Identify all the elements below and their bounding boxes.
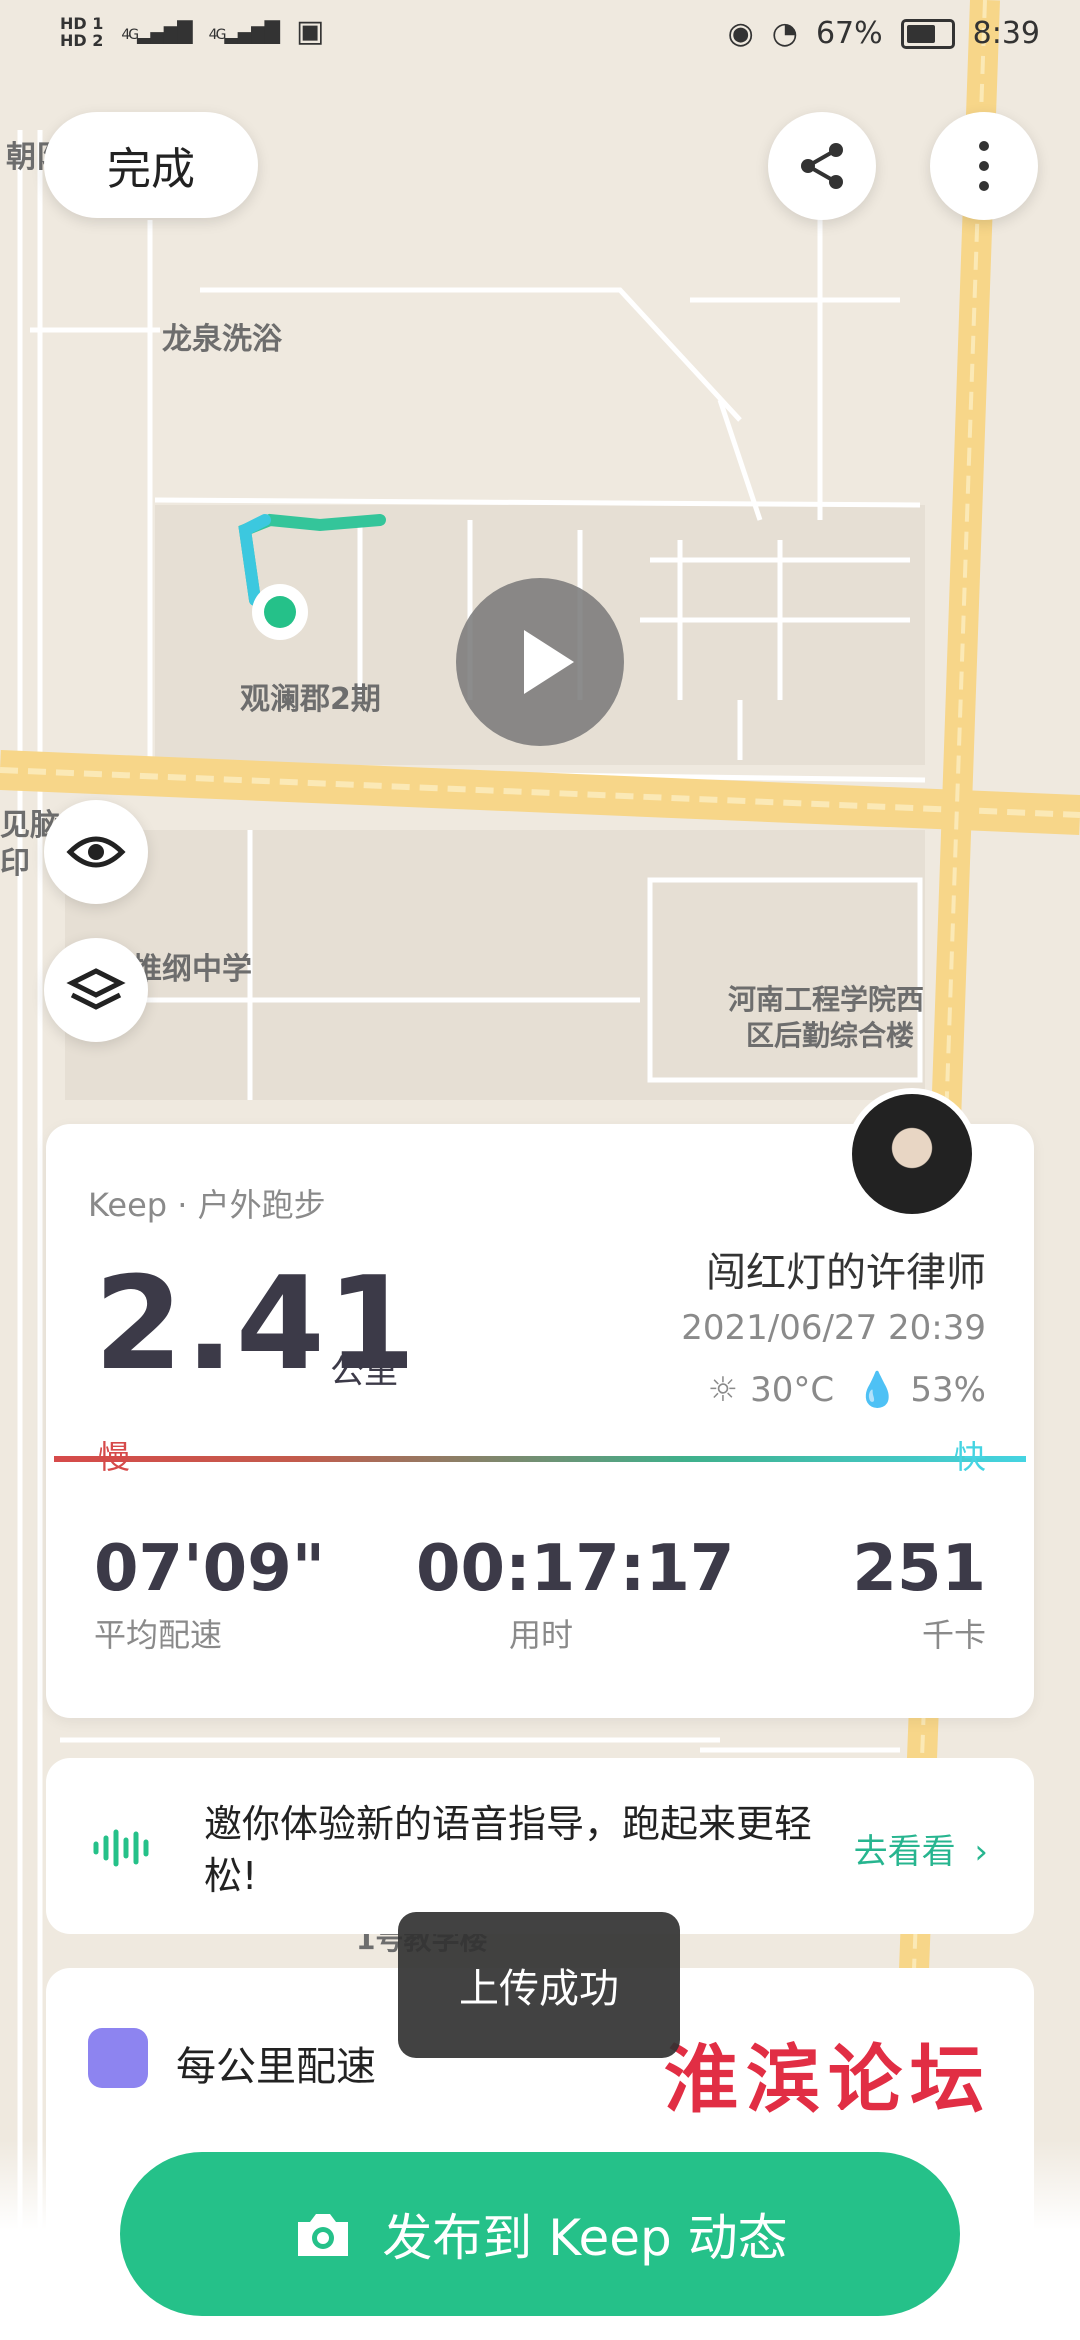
avg-pace-stat: 07'09" 平均配速: [94, 1532, 325, 1656]
done-button[interactable]: 完成: [44, 112, 258, 218]
speedometer-icon: ◔: [771, 16, 798, 51]
sun-icon: ☼: [707, 1370, 739, 1410]
replay-play-button[interactable]: [456, 578, 624, 746]
map-label: 龙泉洗浴: [162, 322, 282, 357]
chevron-right-icon: ›: [974, 1832, 988, 1872]
map-label: 河南工程学院西: [728, 983, 925, 1016]
voice-guide-banner[interactable]: 邀你体验新的语音指导，跑起来更轻松! 去看看 ›: [46, 1758, 1034, 1934]
calories-value: 251: [852, 1532, 986, 1606]
publish-label: 发布到 Keep 动态: [382, 2209, 788, 2267]
voice-guide-text: 邀你体验新的语音指导，跑起来更轻松!: [204, 1802, 813, 1898]
map-label: 印: [0, 846, 30, 881]
voice-guide-link[interactable]: 去看看 ›: [854, 1824, 988, 1873]
watermark: 淮滨论坛: [664, 2037, 992, 2123]
map-label: 区后勤综合楼: [746, 1019, 915, 1052]
calendar-icon: ▣: [295, 14, 325, 49]
sound-wave-icon: [93, 1829, 149, 1867]
run-datetime: 2021/06/27 20:39: [681, 1308, 986, 1348]
duration-stat: 00:17:17 用时: [416, 1532, 735, 1656]
camera-icon: [298, 2214, 349, 2256]
share-icon: [801, 143, 843, 189]
signal-icon: 4G▂▄▆█: [121, 19, 192, 44]
duration-value: 00:17:17: [416, 1532, 735, 1606]
calories-label: 千卡: [921, 1616, 986, 1654]
signal-icon: 4G▂▄▆█: [208, 19, 280, 44]
hd-indicator: HD 1 HD 2: [60, 13, 104, 50]
humidity-icon: 💧: [856, 1370, 899, 1410]
publish-to-keep-button[interactable]: 发布到 Keep 动态: [120, 2152, 960, 2316]
battery-icon: [900, 18, 955, 49]
distance-unit: 公里: [330, 1352, 398, 1392]
layers-icon: [66, 968, 126, 1010]
more-button[interactable]: [930, 112, 1038, 220]
username: 闯红灯的许律师: [706, 1250, 986, 1296]
visibility-toggle-button[interactable]: [44, 800, 148, 904]
map-label: 推纲中学: [132, 952, 252, 987]
calories-stat: 251 千卡: [852, 1532, 986, 1656]
weather-info: ☼ 30°C 💧 53%: [708, 1370, 986, 1410]
fast-label: 快: [953, 1438, 986, 1476]
eye-icon: [66, 836, 126, 868]
status-bar: HD 1 HD 2 4G▂▄▆█ 4G▂▄▆█ ▣ ◉ ◔ 67% 8:39: [0, 0, 1080, 72]
eye-icon: ◉: [727, 16, 754, 51]
slow-label: 慢: [98, 1438, 131, 1476]
clock: 8:39: [972, 16, 1040, 51]
more-vertical-icon: [979, 141, 989, 191]
pace-gradient-bar: [54, 1456, 1026, 1462]
avg-pace-label: 平均配速: [94, 1616, 223, 1654]
avg-pace-value: 07'09": [94, 1532, 326, 1606]
humidity: 53%: [910, 1370, 986, 1410]
temperature: 30°C: [750, 1370, 835, 1410]
share-button[interactable]: [768, 112, 876, 220]
battery-percent: 67%: [815, 16, 883, 51]
map-label: 观澜郡2期: [240, 682, 381, 717]
pace-icon: [88, 2028, 148, 2088]
map-layers-button[interactable]: [44, 938, 148, 1042]
upload-success-toast: 上传成功: [398, 1912, 680, 2058]
avatar[interactable]: [846, 1088, 978, 1220]
activity-type: Keep · 户外跑步: [88, 1186, 326, 1224]
per-km-pace-title: 每公里配速: [176, 2044, 376, 2090]
duration-label: 用时: [508, 1616, 573, 1654]
